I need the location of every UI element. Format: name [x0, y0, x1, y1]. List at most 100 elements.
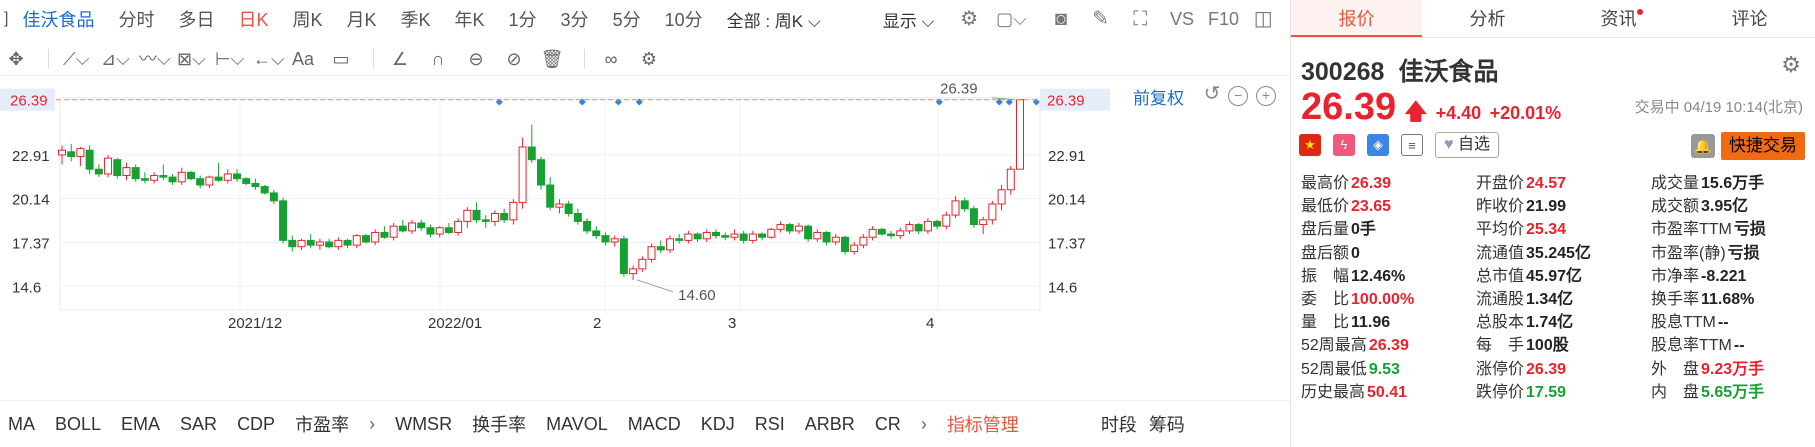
period-duori[interactable]: 多日 — [178, 6, 214, 32]
candle-body — [334, 239, 343, 248]
candle-body — [67, 151, 76, 158]
quote-value: -- — [1733, 337, 1745, 355]
display-dropdown[interactable]: 显示 ⌵ — [883, 7, 935, 32]
candle-body — [490, 212, 499, 222]
candle-body — [58, 149, 66, 156]
candle-body — [942, 214, 951, 227]
quote-value: 9.23万手 — [1701, 360, 1765, 378]
candle-body — [177, 171, 186, 183]
line-tool-icon[interactable]: ⟋⌵ — [63, 47, 89, 71]
period-10min[interactable]: 10分 — [665, 6, 703, 32]
fullscreen-icon[interactable]: ⛶ — [1127, 6, 1153, 32]
quick-trade-button[interactable]: 快捷交易 — [1721, 132, 1805, 160]
time-segment-tab[interactable]: 时段 — [1101, 411, 1141, 437]
candle-body — [592, 230, 601, 237]
period-quarterly[interactable]: 季K — [401, 6, 431, 32]
period-fenshi[interactable]: 分时 — [118, 6, 154, 32]
period-monthly[interactable]: 月K — [346, 6, 376, 32]
indicator-manager-link[interactable]: 指标管理 — [947, 411, 1031, 437]
wave-tool-icon[interactable]: 〰⌵ — [139, 47, 171, 71]
quote-row: 52周最低 9.53 涨停价 26.39 外 盘 9.23万手 — [1291, 358, 1815, 381]
quote-value: 50.41 — [1367, 383, 1408, 401]
quote-cell: 内 盘 5.65万手 — [1641, 381, 1815, 404]
candle-body — [840, 236, 849, 252]
price-block: 26.39 🡅 +4.40 +20.01% — [1301, 86, 1561, 133]
tab-news[interactable]: 资讯 — [1553, 0, 1684, 37]
period-weekly[interactable]: 周K — [292, 6, 322, 32]
candle-body — [343, 239, 352, 246]
bell-icon[interactable]: 🔔 — [1691, 134, 1715, 158]
measure-tool-icon[interactable]: ⊢⌵ — [215, 47, 244, 71]
quote-label: 开盘价 — [1476, 175, 1525, 192]
camera-icon[interactable]: ◙ — [1048, 6, 1074, 32]
tag-icon[interactable]: ◈ — [1367, 134, 1389, 156]
quote-cell: 振 幅 12.46% — [1291, 265, 1466, 288]
period-5min[interactable]: 5分 — [613, 6, 641, 32]
fibonacci-tool-icon[interactable]: ⊠⌵ — [177, 47, 206, 71]
indicator-cdp[interactable]: CDP — [237, 414, 287, 435]
arrow-tool-icon[interactable]: ←⌵ — [253, 47, 285, 71]
candle-body — [1006, 168, 1015, 191]
tab-analysis[interactable]: 分析 — [1422, 0, 1553, 37]
indicator-ma[interactable]: MA — [8, 414, 47, 435]
period-daily[interactable]: 日K — [238, 6, 268, 32]
candle-body — [988, 203, 997, 221]
indicator-rsi[interactable]: RSI — [755, 414, 797, 435]
flash-icon[interactable]: ϟ — [1333, 134, 1355, 156]
candle-body — [260, 186, 269, 194]
period-3min[interactable]: 3分 — [561, 6, 589, 32]
sidebar-toggle-icon[interactable]: ◫ — [1250, 6, 1276, 32]
quote-cell: 最高价 26.39 — [1291, 172, 1466, 195]
indicator-wmsr[interactable]: WMSR — [395, 414, 464, 435]
candlestick-chart[interactable]: 14.6 14.6 17.37 17.37 20.14 20.14 22.91 22.91 20… — [0, 78, 1290, 398]
polyline-tool-icon[interactable]: ⊿⌵ — [101, 47, 130, 71]
chevron-right-icon[interactable]: › — [369, 414, 387, 435]
notes-icon[interactable]: ≡ — [1401, 134, 1423, 156]
indicator-boll[interactable]: BOLL — [55, 414, 113, 435]
period-yearly[interactable]: 年K — [455, 6, 485, 32]
quote-cell: 股息TTM -- — [1641, 311, 1815, 334]
magnet-icon[interactable]: ∩ — [426, 47, 450, 71]
indicator-cr[interactable]: CR — [875, 414, 913, 435]
text-tool-icon[interactable]: Aa — [291, 47, 315, 71]
watchlist-button[interactable]: ♥ 自选 — [1435, 132, 1499, 158]
chips-tab[interactable]: 筹码 — [1149, 411, 1197, 437]
indicator-pe[interactable]: 市盈率 — [295, 411, 361, 437]
indicator-arbr[interactable]: ARBR — [805, 414, 867, 435]
settings-icon[interactable]: ⚙ — [956, 6, 982, 32]
stock-name-link[interactable]: 佳沃食品 — [22, 6, 94, 32]
trash-icon[interactable]: 🗑 — [540, 47, 564, 71]
range-dropdown[interactable]: 全部 : 周K ⌵ — [727, 7, 821, 32]
period-1min[interactable]: 1分 — [509, 6, 537, 32]
quote-cell: 量 比 11.96 — [1291, 311, 1466, 334]
indicator-kdj[interactable]: KDJ — [701, 414, 747, 435]
candle-body — [960, 200, 969, 210]
quote-value: 5.65万手 — [1701, 383, 1765, 401]
tab-quote[interactable]: 报价 — [1291, 0, 1422, 37]
chevron-right-icon[interactable]: › — [921, 414, 939, 435]
indicator-ema[interactable]: EMA — [121, 414, 172, 435]
indicator-macd[interactable]: MACD — [628, 414, 693, 435]
settings-icon[interactable]: ⚙ — [637, 47, 661, 71]
quote-label: 振 幅 — [1301, 267, 1350, 285]
indicator-turnover[interactable]: 换手率 — [472, 411, 538, 437]
quote-cell: 总股本 1.74亿 — [1466, 311, 1641, 334]
china-flag-icon: ★ — [1299, 134, 1321, 156]
f10-button[interactable]: F10 — [1205, 6, 1243, 32]
quote-row: 最低价 23.65 昨收价 21.99 成交额 3.95亿 — [1291, 195, 1815, 218]
move-icon[interactable]: ✥ — [4, 47, 28, 71]
hide-icon[interactable]: ⊘ — [502, 47, 526, 71]
pencil-icon[interactable]: ✎ — [1088, 6, 1114, 32]
indicator-sar[interactable]: SAR — [180, 414, 229, 435]
candle-body — [979, 219, 988, 226]
indicator-mavol[interactable]: MAVOL — [546, 414, 620, 435]
angle-tool-icon[interactable]: ∠ — [388, 47, 412, 71]
link-icon[interactable]: ∞ — [599, 47, 623, 71]
candle-body — [610, 238, 619, 243]
tab-comments[interactable]: 评论 — [1684, 0, 1815, 37]
eye-icon[interactable]: ⊖ — [464, 47, 488, 71]
vs-button[interactable]: VS — [1167, 6, 1197, 32]
gear-icon[interactable]: ⚙ — [1781, 52, 1801, 78]
comment-tool-icon[interactable]: ▭ — [329, 47, 353, 71]
layout-icon[interactable]: ▢⌵ — [996, 6, 1027, 32]
